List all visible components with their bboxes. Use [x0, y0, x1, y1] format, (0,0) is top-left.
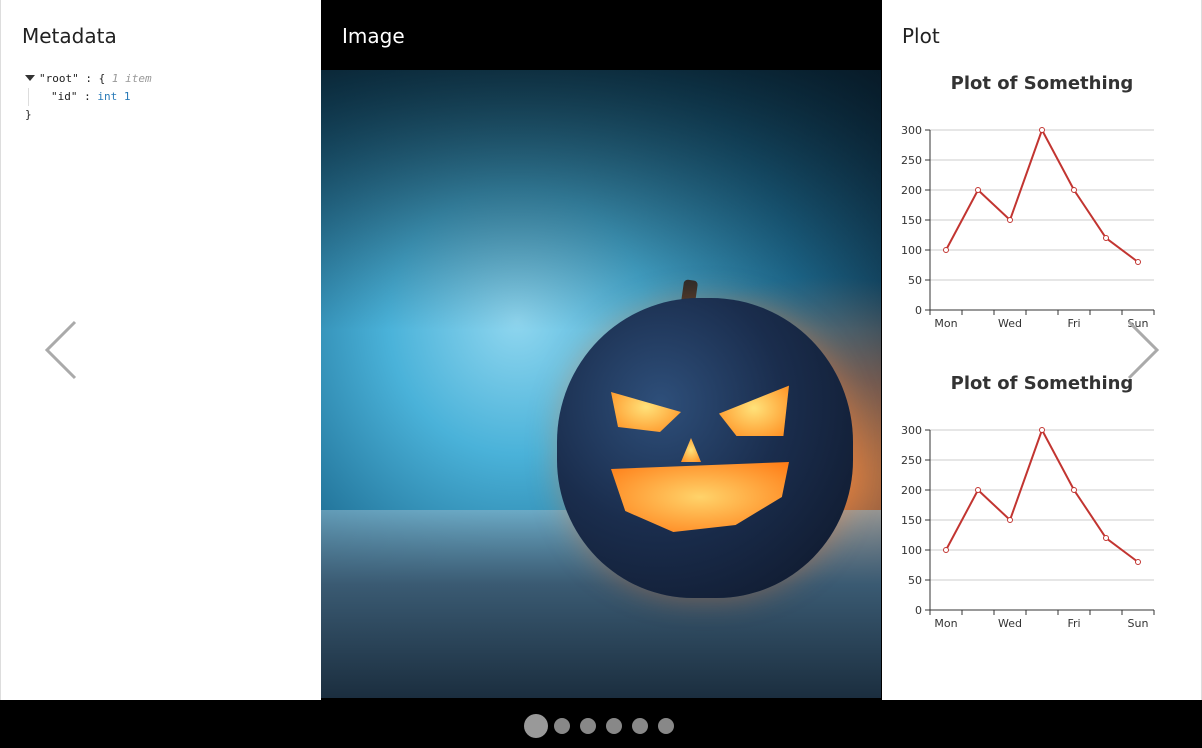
data-point	[1103, 535, 1109, 541]
line-chart-1-svg: Plot of Something 0 50 100 150 200 250 300 Mon We…	[901, 73, 1155, 330]
json-children: "id" : int 1	[28, 88, 152, 106]
json-id-key: "id"	[51, 90, 78, 103]
data-point	[1007, 217, 1013, 223]
data-point	[943, 547, 949, 553]
data-point	[943, 247, 949, 253]
y-tick-label: 100	[901, 544, 922, 557]
pagination-dots	[524, 714, 684, 738]
chart-title: Plot of Something	[951, 373, 1134, 394]
pagination-dot[interactable]	[580, 718, 596, 734]
chevron-right-icon	[1127, 320, 1160, 380]
data-point	[1007, 517, 1013, 523]
line-chart-2: Plot of Something 0 50 100 150 200 250 300 Mon We…	[882, 362, 1202, 662]
image-title: Image	[342, 24, 405, 48]
image-panel: Image	[321, 0, 882, 700]
x-tick-label: Fri	[1067, 617, 1080, 630]
metadata-title: Metadata	[22, 24, 117, 48]
y-tick-label: 300	[901, 424, 922, 437]
series-line	[945, 127, 1139, 263]
y-tick-label: 50	[908, 274, 922, 287]
json-item-count: 1 item	[111, 72, 152, 85]
x-tick-label: Fri	[1067, 317, 1080, 330]
json-id-type: int	[97, 90, 118, 103]
x-tick-label: Sun	[1128, 617, 1149, 630]
series-line	[945, 427, 1139, 563]
x-tick-label: Wed	[998, 617, 1022, 630]
json-root-key: "root"	[39, 72, 79, 85]
pagination-dot[interactable]	[524, 714, 548, 738]
data-point	[1039, 127, 1045, 133]
y-tick-label: 250	[901, 454, 922, 467]
data-point	[975, 487, 981, 493]
y-tick-label: 0	[915, 304, 922, 317]
chevron-left-icon	[44, 320, 77, 380]
data-point	[1135, 559, 1141, 565]
json-root-close: }	[25, 108, 32, 121]
json-root-line[interactable]: "root" : { 1 item	[25, 70, 152, 88]
y-tick-label: 50	[908, 574, 922, 587]
x-tick-label: Mon	[934, 617, 957, 630]
data-point	[1103, 235, 1109, 241]
line-chart-2-svg: Plot of Something 0 50 100 150 200 250 300 Mon We…	[901, 373, 1155, 630]
y-tick-label: 200	[901, 184, 922, 197]
pagination-dot[interactable]	[632, 718, 648, 734]
data-point	[1071, 487, 1077, 493]
y-tick-label: 250	[901, 154, 922, 167]
data-point	[1071, 187, 1077, 193]
chart-title: Plot of Something	[951, 73, 1134, 94]
json-id-value: 1	[123, 90, 131, 103]
y-tick-label: 300	[901, 124, 922, 137]
y-tick-label: 150	[901, 514, 922, 527]
x-tick-label: Mon	[934, 317, 957, 330]
pagination-dot[interactable]	[658, 718, 674, 734]
json-viewer: "root" : { 1 item "id" : int 1 }	[25, 70, 152, 124]
jack-o-lantern	[557, 298, 853, 598]
carousel-next-button[interactable]	[1123, 318, 1163, 382]
y-tick-label: 150	[901, 214, 922, 227]
pagination-dot[interactable]	[554, 718, 570, 734]
halloween-pumpkin-image	[321, 70, 881, 698]
y-tick-label: 100	[901, 244, 922, 257]
plot-title: Plot	[902, 24, 940, 48]
pagination-dot[interactable]	[606, 718, 622, 734]
carousel-pagination-bar	[0, 700, 1202, 748]
data-point	[1135, 259, 1141, 265]
y-tick-label: 0	[915, 604, 922, 617]
line-chart-1: Plot of Something 0 50 100 150 200 250 300 Mon We…	[882, 62, 1202, 362]
app-main: Metadata "root" : { 1 item "id" : int 1 …	[0, 0, 1202, 700]
collapse-triangle-icon[interactable]	[25, 75, 35, 81]
json-root-colon: :	[78, 72, 99, 85]
json-root-open: {	[98, 72, 106, 85]
y-tick-label: 200	[901, 484, 922, 497]
carousel-prev-button[interactable]	[41, 318, 81, 382]
data-point	[975, 187, 981, 193]
json-id-colon: :	[77, 90, 98, 103]
forest-background	[321, 70, 881, 330]
data-point	[1039, 427, 1045, 433]
x-tick-label: Wed	[998, 317, 1022, 330]
